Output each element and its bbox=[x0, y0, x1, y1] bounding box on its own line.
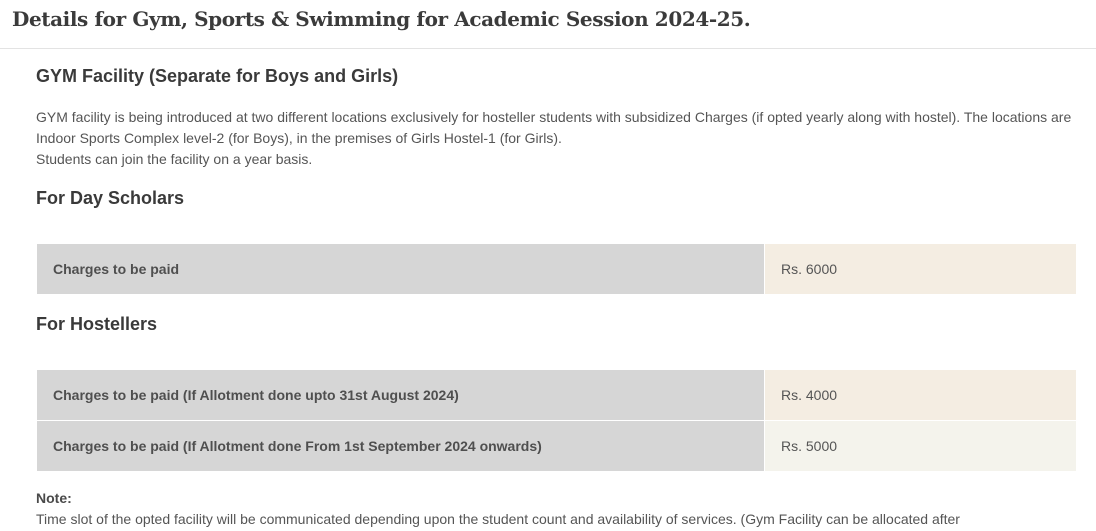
gym-description-text: GYM facility is being introduced at two … bbox=[36, 109, 1072, 146]
note-text: Time slot of the opted facility will be … bbox=[36, 511, 960, 527]
charge-label: Charges to be paid bbox=[36, 243, 765, 295]
charge-value: Rs. 4000 bbox=[764, 369, 1077, 421]
gym-section-title: GYM Facility (Separate for Boys and Girl… bbox=[36, 66, 399, 86]
table-row: Charges to be paid (If Allotment done up… bbox=[36, 369, 1077, 421]
charge-label: Charges to be paid (If Allotment done Fr… bbox=[36, 420, 765, 472]
table-row: Charges to be paid Rs. 6000 bbox=[36, 243, 1077, 295]
note-heading: Note: bbox=[36, 490, 72, 506]
charge-label: Charges to be paid (If Allotment done up… bbox=[36, 369, 765, 421]
hostellers-title: For Hostellers bbox=[36, 314, 158, 334]
day-scholars-table: Charges to be paid Rs. 6000 bbox=[36, 243, 1077, 295]
hostellers-table: Charges to be paid (If Allotment done up… bbox=[36, 369, 1077, 472]
charge-value: Rs. 6000 bbox=[764, 243, 1077, 295]
gym-description: GYM facility is being introduced at two … bbox=[36, 107, 1076, 170]
table-row: Charges to be paid (If Allotment done Fr… bbox=[36, 420, 1077, 472]
charge-value: Rs. 5000 bbox=[764, 420, 1077, 472]
day-scholars-title: For Day Scholars bbox=[36, 188, 185, 208]
page-header: Details for Gym, Sports & Swimming for A… bbox=[0, 0, 1096, 49]
page-title: Details for Gym, Sports & Swimming for A… bbox=[12, 7, 751, 31]
gym-description-note: Students can join the facility on a year… bbox=[36, 151, 313, 167]
